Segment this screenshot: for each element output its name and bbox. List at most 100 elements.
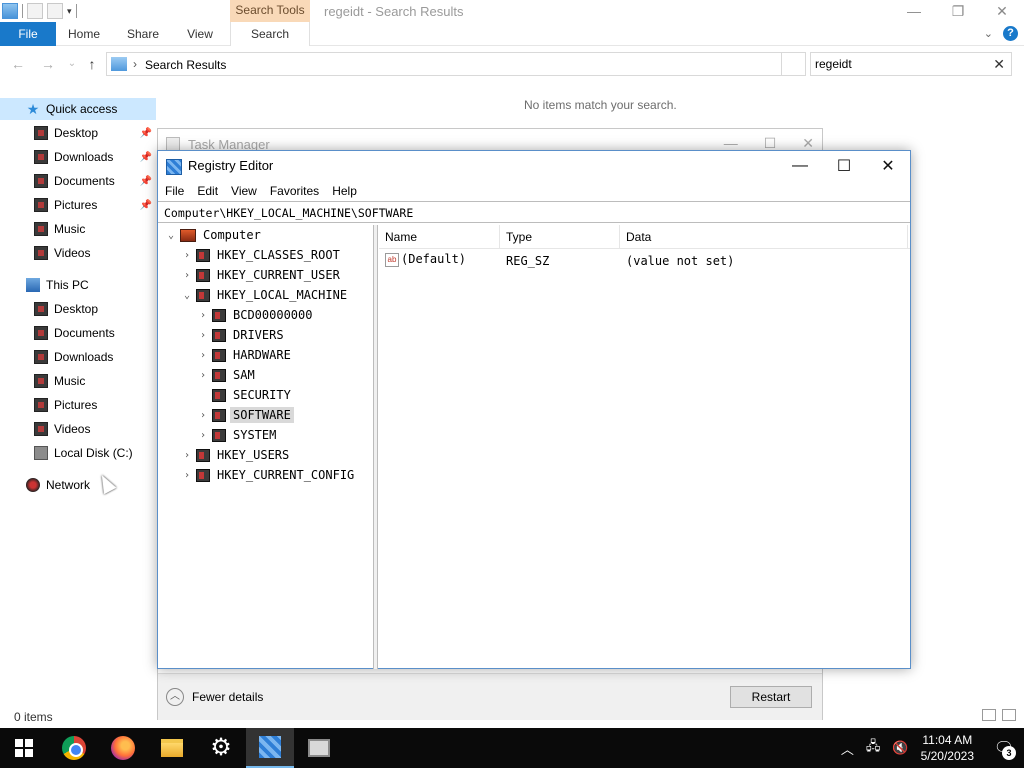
breadcrumb-search-results[interactable]: Search Results <box>145 58 226 72</box>
nav-pc-downloads[interactable]: Downloads <box>0 346 156 368</box>
minimize-button[interactable]: — <box>892 0 936 22</box>
nav-this-pc[interactable]: This PC <box>0 274 156 296</box>
action-center-button[interactable]: 🗨 3 <box>984 728 1024 768</box>
restart-button[interactable]: Restart <box>730 686 812 708</box>
menu-view[interactable]: View <box>231 184 257 198</box>
maximize-button[interactable]: ☐ <box>822 151 866 181</box>
expand-chevron-icon[interactable]: › <box>180 470 194 481</box>
ribbon-tab-view[interactable]: View <box>172 22 228 46</box>
expand-chevron-icon[interactable]: › <box>180 270 194 281</box>
ribbon-tab-share[interactable]: Share <box>114 22 172 46</box>
clock[interactable]: 11:04 AM 5/20/2023 <box>921 732 974 764</box>
nav-quick-desktop[interactable]: Desktop 📌 <box>0 122 156 144</box>
tree-node-security[interactable]: SECURITY <box>196 385 294 405</box>
ribbon-tab-home[interactable]: Home <box>56 22 112 46</box>
breadcrumb-chevron-icon[interactable]: › <box>133 57 137 71</box>
show-hidden-icons-chevron-icon[interactable]: ︿ <box>841 739 854 758</box>
start-button[interactable] <box>0 728 48 768</box>
close-button[interactable]: ✕ <box>980 0 1024 22</box>
taskbar-file-explorer[interactable] <box>148 728 196 768</box>
expand-chevron-icon[interactable]: › <box>196 430 210 441</box>
forward-arrow-icon[interactable]: → <box>38 54 58 74</box>
ribbon-tab-search[interactable]: Search <box>230 22 310 46</box>
tree-node-computer[interactable]: ⌄ Computer <box>164 225 264 245</box>
tree-node-hkey-classes-root[interactable]: › HKEY_CLASSES_ROOT <box>180 245 343 265</box>
expand-chevron-icon[interactable]: › <box>196 410 210 421</box>
expand-chevron-icon[interactable]: › <box>196 370 210 381</box>
taskbar-registry-editor[interactable] <box>246 728 294 768</box>
collapse-chevron-icon[interactable]: ⌄ <box>164 230 178 241</box>
expand-chevron-icon[interactable]: › <box>196 310 210 321</box>
properties-icon[interactable] <box>27 3 43 19</box>
fewer-details-link[interactable]: Fewer details <box>192 690 263 704</box>
nav-quick-documents[interactable]: Documents 📌 <box>0 170 156 192</box>
pane-splitter[interactable] <box>374 225 378 669</box>
menu-favorites[interactable]: Favorites <box>270 184 319 198</box>
menu-edit[interactable]: Edit <box>197 184 218 198</box>
nav-pc-documents[interactable]: Documents <box>0 322 156 344</box>
tree-node-system[interactable]: › SYSTEM <box>196 425 279 445</box>
column-header-name[interactable]: Name <box>379 225 500 249</box>
menu-file[interactable]: File <box>165 184 184 198</box>
large-icons-view-icon[interactable] <box>1002 709 1016 721</box>
nav-quick-music[interactable]: Music <box>0 218 156 240</box>
nav-quick-access[interactable]: ★ Quick access <box>0 98 156 120</box>
expand-chevron-icon[interactable]: › <box>180 250 194 261</box>
tree-node-hkey-current-config[interactable]: › HKEY_CURRENT_CONFIG <box>180 465 357 485</box>
back-arrow-icon[interactable]: ← <box>8 54 28 74</box>
table-row[interactable]: ab (Default) REG_SZ (value not set) <box>379 251 910 271</box>
up-arrow-icon[interactable]: ↑ <box>82 54 102 74</box>
recent-locations-chevron-icon[interactable]: ⌄ <box>62 54 82 74</box>
tree-node-hkey-current-user[interactable]: › HKEY_CURRENT_USER <box>180 265 343 285</box>
column-header-data[interactable]: Data <box>620 225 908 249</box>
expand-chevron-icon[interactable]: › <box>180 450 194 461</box>
search-input[interactable] <box>815 56 985 72</box>
clear-search-icon[interactable]: ✕ <box>993 56 1005 73</box>
nav-pc-videos[interactable]: Videos <box>0 418 156 440</box>
tree-node-drivers[interactable]: › DRIVERS <box>196 325 287 345</box>
ribbon-tab-file[interactable]: File <box>0 22 56 46</box>
nav-quick-pictures[interactable]: Pictures 📌 <box>0 194 156 216</box>
nav-pc-music[interactable]: Music <box>0 370 156 392</box>
nav-pc-desktop[interactable]: Desktop <box>0 298 156 320</box>
customize-toolbar-chevron-icon[interactable]: ▾ <box>67 6 72 17</box>
nav-local-disk[interactable]: Local Disk (C:) <box>0 442 156 464</box>
nav-pc-pictures[interactable]: Pictures <box>0 394 156 416</box>
menu-help[interactable]: Help <box>332 184 357 198</box>
nav-quick-videos[interactable]: Videos <box>0 242 156 264</box>
expand-chevron-icon[interactable]: › <box>196 350 210 361</box>
refresh-button[interactable] <box>782 52 806 76</box>
nav-label: Music <box>54 222 86 236</box>
new-folder-icon[interactable] <box>47 3 63 19</box>
network-status-icon[interactable]: 🖧 <box>866 737 881 759</box>
restore-button[interactable]: ❐ <box>936 0 980 22</box>
folder-icon[interactable] <box>2 3 18 19</box>
tree-node-hkey-local-machine[interactable]: ⌄ HKEY_LOCAL_MACHINE <box>180 285 350 305</box>
chevron-up-icon[interactable]: ︿ <box>166 688 184 706</box>
details-view-icon[interactable] <box>982 709 996 721</box>
volume-muted-icon[interactable]: 🔇 <box>892 740 908 756</box>
help-icon[interactable]: ? <box>1003 26 1018 41</box>
column-header-type[interactable]: Type <box>500 225 620 249</box>
minimize-button[interactable]: — <box>778 151 822 181</box>
collapse-chevron-icon[interactable]: ⌄ <box>180 290 194 301</box>
expand-ribbon-chevron-icon[interactable]: ⌄ <box>984 27 993 40</box>
registry-path[interactable]: Computer\HKEY_LOCAL_MACHINE\SOFTWARE <box>164 206 413 220</box>
taskbar-firefox[interactable] <box>99 728 147 768</box>
taskbar-chrome[interactable] <box>50 728 98 768</box>
expand-chevron-icon[interactable]: › <box>196 330 210 341</box>
tree-node-sam[interactable]: › SAM <box>196 365 258 385</box>
tree-node-hardware[interactable]: › HARDWARE <box>196 345 294 365</box>
close-button[interactable]: ✕ <box>866 151 910 181</box>
taskbar-settings[interactable]: ⚙ <box>197 728 245 768</box>
tree-node-bcd[interactable]: › BCD00000000 <box>196 305 315 325</box>
registry-address-bar[interactable]: Computer\HKEY_LOCAL_MACHINE\SOFTWARE <box>158 201 910 223</box>
nav-quick-downloads[interactable]: Downloads 📌 <box>0 146 156 168</box>
address-row: ← → ⌄ ↑ › Search Results ✕ <box>0 50 1024 78</box>
nav-network[interactable]: Network <box>0 474 156 496</box>
tree-node-hkey-users[interactable]: › HKEY_USERS <box>180 445 292 465</box>
address-bar[interactable]: › Search Results <box>106 52 782 76</box>
taskbar-task-manager[interactable] <box>295 728 343 768</box>
tree-node-software[interactable]: › SOFTWARE <box>196 405 294 425</box>
search-box[interactable]: ✕ <box>810 52 1012 76</box>
